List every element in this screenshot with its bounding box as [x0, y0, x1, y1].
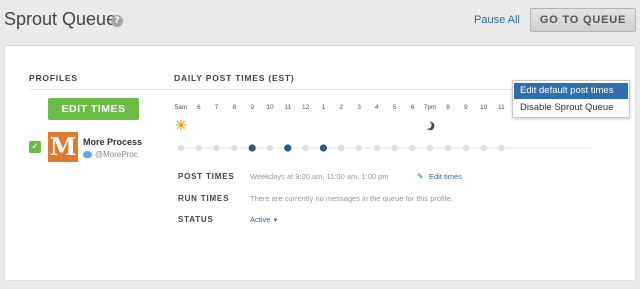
pause-all-link[interactable]: Pause All — [474, 14, 520, 26]
menu-item-disable-sprout-queue[interactable]: Disable Sprout Queue — [514, 100, 628, 116]
time-slot-dot[interactable] — [462, 144, 469, 152]
hour-label: 1 — [322, 104, 326, 111]
sun-icon — [175, 119, 187, 131]
time-slot-dot[interactable] — [391, 144, 398, 152]
time-slot-dot[interactable] — [195, 144, 202, 152]
time-slot-dot[interactable] — [355, 144, 363, 152]
caret-down-icon: ▼ — [272, 218, 279, 224]
hour-label: 9 — [464, 104, 468, 111]
time-slot-dot-active[interactable] — [319, 144, 327, 152]
menu-item-edit-default-post-times[interactable]: Edit default post times — [514, 83, 628, 99]
time-slot-dot[interactable] — [302, 144, 309, 152]
status-label: STATUS — [178, 215, 214, 224]
status-dropdown[interactable]: Active ▼ — [250, 215, 278, 224]
hour-label: 11 — [498, 104, 505, 111]
hour-label: 8 — [233, 104, 237, 111]
hour-label: 5 — [393, 104, 397, 111]
hour-label: 8 — [446, 104, 450, 111]
time-slot-dot[interactable] — [338, 144, 345, 152]
time-slot-dot-active[interactable] — [248, 144, 256, 152]
hour-label: 3 — [357, 104, 361, 111]
settings-dropdown: Edit default post times Disable Sprout Q… — [512, 80, 630, 118]
time-slot-dot[interactable] — [373, 144, 380, 152]
hour-label: 7 — [215, 104, 219, 111]
run-times-label: RUN TIMES — [178, 194, 230, 203]
status-value: Active — [250, 215, 271, 224]
hour-label: 10 — [480, 104, 488, 111]
edit-times-link[interactable]: Edit times — [429, 172, 462, 181]
time-slot-dot[interactable] — [444, 144, 452, 152]
moon-icon — [424, 121, 435, 131]
hour-label: 9 — [250, 104, 254, 111]
hour-label: 11 — [284, 104, 291, 111]
post-times-label: POST TIMES — [178, 172, 235, 181]
run-times-value: There are currently no messages in the q… — [250, 194, 453, 203]
time-slot-dot[interactable] — [498, 144, 505, 152]
hour-label: 2 — [339, 104, 343, 111]
time-slot-dot[interactable] — [177, 144, 185, 152]
time-slot-dot[interactable] — [480, 144, 487, 152]
time-slot-dot[interactable] — [266, 144, 274, 152]
hour-label: 6 — [197, 104, 201, 111]
time-slot-dot-active[interactable] — [284, 144, 292, 152]
go-to-queue-button[interactable]: GO TO QUEUE — [530, 8, 636, 32]
time-slot-dot[interactable] — [427, 144, 434, 152]
hour-label: 10 — [266, 104, 274, 111]
hour-label: 5am — [175, 104, 188, 111]
help-icon[interactable]: ? — [111, 15, 123, 27]
time-slot-dot[interactable] — [409, 144, 416, 152]
hour-label: 6 — [411, 104, 415, 111]
hour-label: 4 — [375, 104, 379, 111]
pencil-icon: ✎ — [417, 172, 424, 181]
page-title: Sprout Queue — [4, 9, 117, 29]
hour-label: 12 — [302, 104, 310, 111]
time-slot-dot[interactable] — [213, 144, 220, 152]
time-slot-dot[interactable] — [231, 144, 238, 152]
hour-label: 7pm — [424, 104, 437, 111]
post-times-value: Weekdays at 9:00 am, 11:00 am, 1:00 pm — [250, 172, 389, 181]
